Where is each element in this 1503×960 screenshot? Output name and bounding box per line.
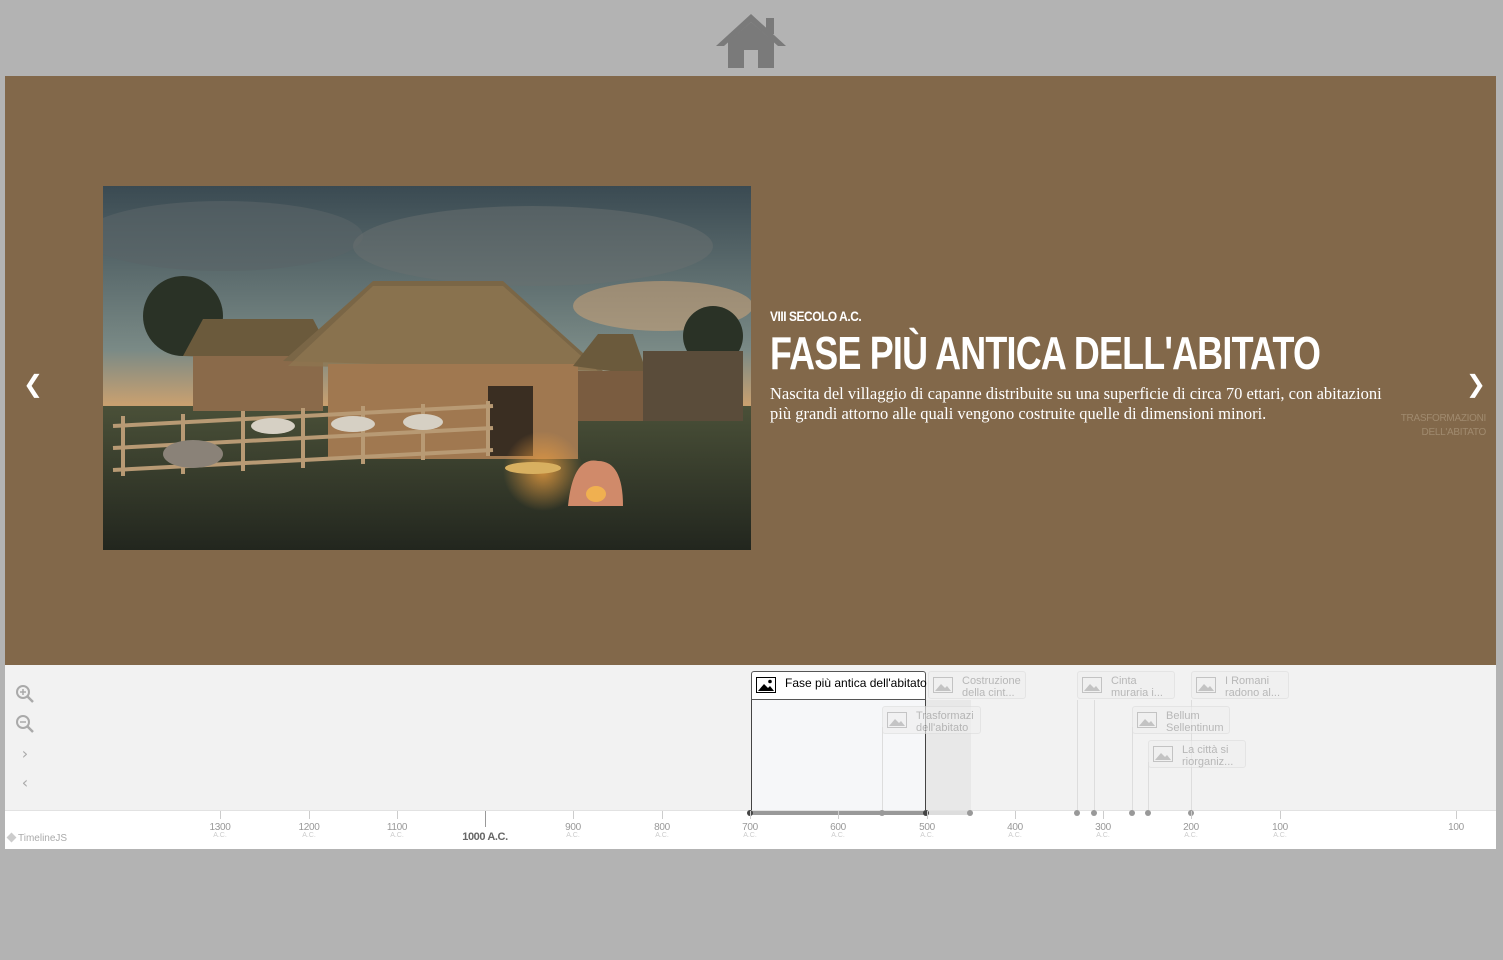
timeline-nav: › ‹ Fase più antica dell'abitato Costruz… [5,665,1496,849]
slide-date: VIII SECOLO A.C. [770,308,862,324]
major-tick-label: 1000 A.C. [462,831,508,843]
timeline-marker[interactable]: I Romani radono al... [1191,671,1289,699]
image-icon [1082,677,1102,693]
marker-line [1132,727,1133,811]
timeline-back-button[interactable]: ‹ [14,772,36,794]
tick-era: A.C. [1096,832,1110,839]
chevron-left-icon: ‹ [21,773,29,792]
next-slide-title[interactable]: TRASFORMAZIONI DELL'ABITATO [1376,412,1487,440]
time-axis: 1300 A.C. 1200 A.C. 1100 A.C. 1000 A.C. … [5,810,1496,849]
tick-era: A.C. [213,832,227,839]
timeline-marker[interactable]: La città si riorganiz... [1148,740,1246,768]
marker-dot [923,810,929,816]
image-icon [1196,677,1216,693]
marker-line [1077,700,1078,811]
image-icon [756,677,776,693]
marker-dot [1091,810,1097,816]
marker-line [882,727,883,811]
slide-text: VIII SECOLO A.C. FASE PIÙ ANTICA DELL'AB… [770,308,1410,424]
zoom-out-icon [16,715,34,733]
axis-tick [927,811,928,819]
timelinejs-logo-icon [6,832,17,843]
tick-era: A.C. [1184,832,1198,839]
slide-image [103,186,751,550]
tick-era: A.C. [1273,832,1287,839]
timeline-forward-button[interactable]: › [14,743,36,765]
axis-major-tick [485,811,486,827]
axis-tick [573,811,574,819]
slide-stage: ❮ VIII SECOLO A.C. FASE PIÙ ANTICA DELL'… [5,76,1496,665]
image-icon [887,712,907,728]
next-slide-button[interactable]: ❯ [1466,370,1486,398]
tick-era: A.C. [831,832,845,839]
next-slide-title-line1: TRASFORMAZIONI [1400,413,1487,424]
marker-title: Costruzione della cint... [962,676,1021,699]
tick-era: A.C. [1008,832,1022,839]
axis-tick [1191,811,1192,819]
axis-tick [220,811,221,819]
axis-tick [397,811,398,819]
axis-tick [1456,811,1457,819]
zoom-in-icon [16,685,34,703]
marker-dot [1074,810,1080,816]
timeline-marker[interactable]: Bellum Sellentinum [1132,706,1230,734]
axis-tick [1015,811,1016,819]
tick-era: A.C. [655,832,669,839]
tick-era: A.C. [302,832,316,839]
timeline-marker[interactable]: Costruzione della cint... [928,671,1026,699]
axis-tick [838,811,839,819]
marker-line [1094,700,1095,811]
timeline-marker[interactable]: Trasformazi dell'abitato [882,706,981,734]
image-icon [1153,746,1173,762]
zoom-in-button[interactable] [14,684,36,706]
tick-era: A.C. [390,832,404,839]
marker-title: Bellum Sellentinum [1166,711,1224,734]
slide-description: Nascita del villaggio di capanne distrib… [770,384,1382,423]
prev-slide-button[interactable]: ❮ [23,370,43,398]
image-icon [1137,712,1157,728]
marker-dot [1145,810,1151,816]
chevron-right-icon: ❯ [1465,370,1486,398]
chevron-left-icon: ❮ [23,370,44,398]
image-icon [933,677,953,693]
home-button[interactable] [716,12,786,70]
next-slide-title-line2: DELL'ABITATO [1421,427,1487,438]
axis-tick [750,811,751,819]
marker-title: Cinta muraria i... [1111,676,1163,699]
timelinejs-branding[interactable]: TimelineJS [6,832,68,844]
marker-line [1148,762,1149,811]
slide-headline: FASE PIÙ ANTICA DELL'ABITATO [770,327,1321,379]
marker-title: La città si riorganiz... [1182,745,1234,768]
marker-title: Trasformazi dell'abitato [916,711,974,734]
axis-tick [662,811,663,819]
chevron-right-icon: › [21,744,29,763]
axis-tick [1280,811,1281,819]
era-bar [927,811,972,815]
axis-tick [309,811,310,819]
tick-era: A.C. [743,832,757,839]
marker-dot [879,810,885,816]
marker-title: I Romani radono al... [1225,676,1281,699]
zoom-out-button[interactable] [14,714,36,736]
branding-label: TimelineJS [18,833,68,844]
home-icon [716,14,786,68]
tick-era: A.C. [920,832,934,839]
marker-dot [1129,810,1135,816]
axis-tick [1103,811,1104,819]
tick-era: A.C. [566,832,580,839]
tick-label: 100 [1448,822,1464,833]
timeline-marker[interactable]: Cinta muraria i... [1077,671,1175,699]
marker-dot [967,810,973,816]
timeline-marker-active[interactable]: Fase più antica dell'abitato [751,671,927,700]
